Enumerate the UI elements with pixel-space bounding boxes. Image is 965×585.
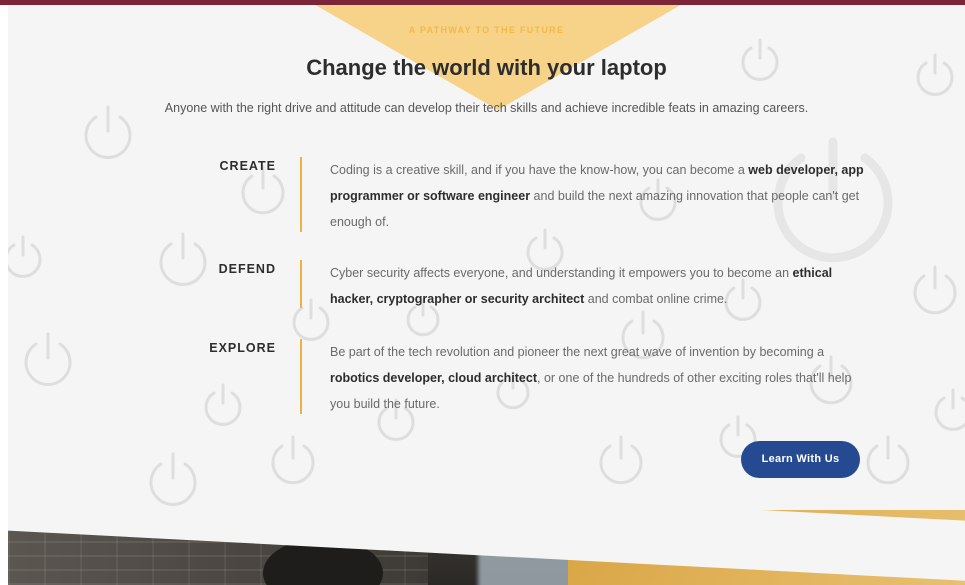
section-subtitle: Anyone with the right drive and attitude… xyxy=(164,101,809,115)
power-icon xyxy=(866,435,910,485)
description-text: Cyber security affects everyone, and und… xyxy=(330,266,793,280)
learn-with-us-button[interactable]: Learn With Us xyxy=(741,441,860,478)
defend-description: Cyber security affects everyone, and und… xyxy=(330,260,875,312)
defend-label: DEFEND xyxy=(218,262,276,276)
accent-divider xyxy=(300,157,302,232)
explore-description: Be part of the tech revolution and pione… xyxy=(330,339,875,417)
section-title: Change the world with your laptop xyxy=(306,55,667,80)
description-text: Be part of the tech revolution and pione… xyxy=(330,345,825,359)
section-eyebrow: A PATHWAY TO THE FUTURE xyxy=(408,25,565,35)
pathway-section: A PATHWAY TO THE FUTURE Change the world… xyxy=(8,5,965,585)
power-icon xyxy=(934,388,965,431)
power-icon xyxy=(271,435,315,485)
accent-divider xyxy=(300,260,302,308)
description-text: and combat online crime. xyxy=(584,292,728,306)
create-row: CREATE Coding is a creative skill, and i… xyxy=(208,157,888,237)
power-icon xyxy=(24,332,72,386)
explore-row: EXPLORE Be part of the tech revolution a… xyxy=(208,339,888,419)
power-icon xyxy=(599,435,643,485)
defend-row: DEFEND Cyber security affects everyone, … xyxy=(208,260,888,315)
power-icon xyxy=(913,265,957,315)
create-description: Coding is a creative skill, and if you h… xyxy=(330,157,875,235)
top-bar xyxy=(0,0,965,5)
create-label: CREATE xyxy=(219,159,276,173)
career-highlight: robotics developer, cloud architect xyxy=(330,371,538,385)
accent-divider xyxy=(300,339,302,414)
hero-photo xyxy=(8,510,965,585)
power-icon xyxy=(159,232,207,286)
explore-label: EXPLORE xyxy=(209,341,276,355)
power-icon xyxy=(149,452,197,506)
power-icon xyxy=(8,235,42,278)
description-text: Coding is a creative skill, and if you h… xyxy=(330,163,749,177)
